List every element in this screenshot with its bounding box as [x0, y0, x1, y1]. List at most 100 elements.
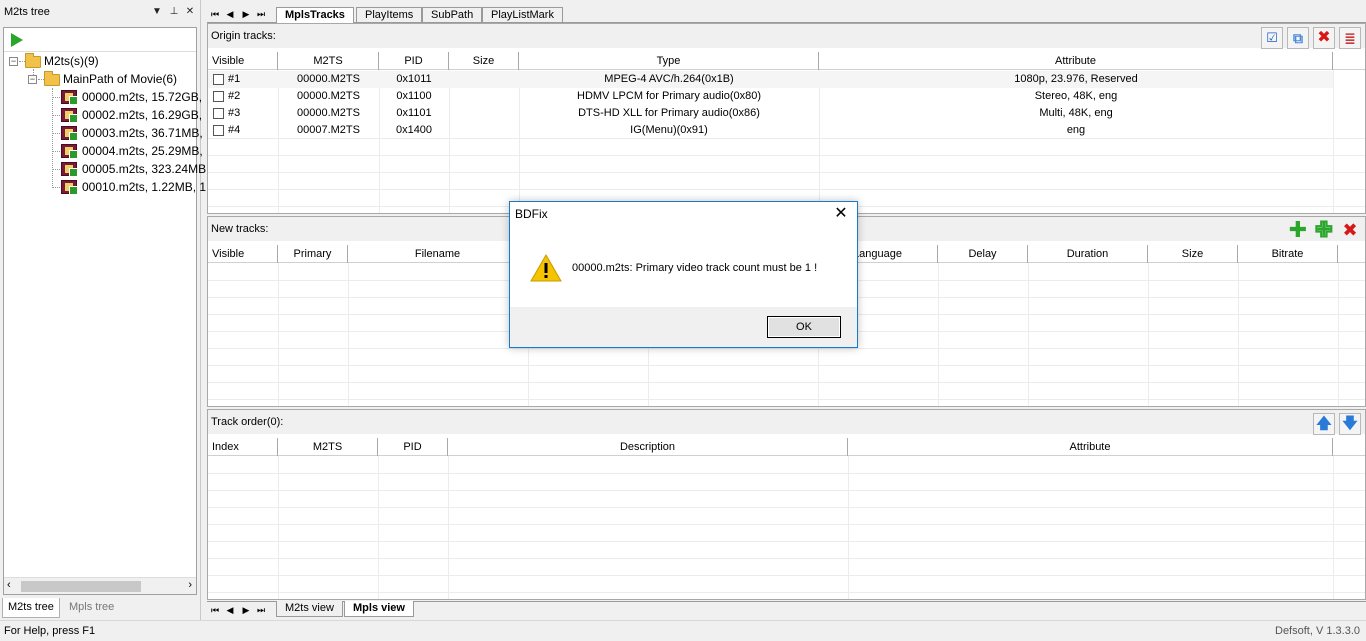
tab-playlistmark[interactable]: PlayListMark [482, 7, 563, 23]
col-type[interactable]: Type [519, 52, 819, 70]
table-row[interactable]: #3 00000.M2TS 0x1101 DTS-HD XLL for Prim… [208, 105, 1365, 122]
list-icon[interactable]: ≣ [1339, 27, 1361, 49]
folder-icon [25, 53, 41, 68]
copy-icon[interactable]: ⧉ [1287, 27, 1309, 49]
row-size [449, 71, 519, 88]
tree-file-item[interactable]: 00002.m2ts, 16.29GB, [82, 106, 202, 124]
warning-icon [530, 254, 562, 282]
row-attribute: 1080p, 23.976, Reserved [1014, 73, 1138, 85]
col-visible[interactable]: Visible [208, 245, 278, 263]
row-attribute: eng [1066, 124, 1086, 136]
origin-tracks-panel: Origin tracks: ☑ ⧉ ✖ ≣ Visible M2TS PID … [207, 23, 1366, 214]
m2ts-file-icon [61, 180, 78, 195]
m2ts-tree-pane: M2ts tree ▼ ⊥ ✕ − M2ts(s)(9) − MainPath … [0, 0, 206, 620]
col-size[interactable]: Size [449, 52, 519, 70]
tree-group-mainpath[interactable]: MainPath of Movie(6) [63, 70, 177, 88]
check-all-icon[interactable]: ☑ [1261, 27, 1283, 49]
tab-playitems[interactable]: PlayItems [356, 7, 423, 23]
scroll-right-icon[interactable]: › [188, 579, 192, 591]
dialog-close-icon[interactable]: ✕ [831, 204, 851, 224]
first-tab-icon[interactable]: ⏮ [209, 604, 221, 616]
pin-icon[interactable]: ⊥ [167, 5, 181, 19]
scroll-left-icon[interactable]: ‹ [7, 579, 11, 591]
add-outline-icon[interactable]: ✙ [1313, 218, 1335, 242]
prev-tab-icon[interactable]: ◀ [224, 8, 236, 20]
horizontal-scrollbar[interactable]: ‹ › [4, 577, 196, 594]
add-icon[interactable]: ✚ [1287, 219, 1309, 242]
row-size [449, 88, 519, 105]
tree-file-item[interactable]: 00005.m2ts, 323.24MB [82, 160, 206, 178]
col-pid[interactable]: PID [379, 52, 449, 70]
visible-checkbox[interactable] [213, 125, 224, 136]
first-tab-icon[interactable]: ⏮ [209, 8, 221, 20]
tree-file-item[interactable]: 00003.m2ts, 36.71MB, [82, 124, 203, 142]
row-type: DTS-HD XLL for Primary audio(0x86) [578, 107, 760, 119]
move-up-icon[interactable]: 🡅 [1313, 413, 1335, 435]
remove-icon[interactable]: ✖ [1313, 27, 1335, 49]
col-description[interactable]: Description [448, 438, 848, 456]
row-pid: 0x1100 [396, 90, 432, 102]
origin-tracks-header: Visible M2TS PID Size Type Attribute [208, 52, 1365, 70]
dialog-footer: OK [510, 307, 857, 347]
col-index[interactable]: Index [208, 438, 278, 456]
bottom-tab-bar: ⏮ ◀ ▶ ⏭ M2ts view Mpls view [204, 601, 1366, 619]
visible-checkbox[interactable] [213, 74, 224, 85]
row-attribute: Multi, 48K, eng [1039, 107, 1113, 119]
col-m2ts[interactable]: M2TS [278, 52, 379, 70]
folder-icon [44, 71, 60, 86]
dialog-body: 00000.m2ts: Primary video track count mu… [510, 226, 857, 307]
play-icon[interactable] [11, 33, 23, 47]
tab-mpls-tree[interactable]: Mpls tree [64, 598, 119, 618]
next-tab-icon[interactable]: ▶ [240, 604, 252, 616]
visible-checkbox[interactable] [213, 108, 224, 119]
col-attribute[interactable]: Attribute [848, 438, 1333, 456]
m2ts-file-icon [61, 162, 78, 177]
move-down-icon[interactable]: 🡇 [1339, 413, 1361, 435]
table-row[interactable]: #2 00000.M2TS 0x1100 HDMV LPCM for Prima… [208, 88, 1365, 105]
tree-file-item[interactable]: 00000.m2ts, 15.72GB, [82, 88, 202, 106]
track-order-label: Track order(0): [208, 410, 1365, 434]
row-pid: 0x1400 [395, 124, 433, 136]
col-bitrate[interactable]: Bitrate [1238, 245, 1338, 263]
row-pid: 0x1011 [396, 73, 432, 85]
tab-m2ts-tree[interactable]: M2ts tree [2, 598, 60, 618]
col-primary[interactable]: Primary [278, 245, 348, 263]
next-tab-icon[interactable]: ▶ [240, 8, 252, 20]
m2ts-file-icon [61, 90, 78, 105]
col-filename[interactable]: Filename [348, 245, 528, 263]
tab-mplstracks[interactable]: MplsTracks [276, 7, 354, 23]
collapse-group-icon[interactable]: − [28, 75, 37, 84]
remove-icon[interactable]: ✖ [1339, 220, 1361, 242]
tab-subpath[interactable]: SubPath [422, 7, 483, 23]
col-m2ts[interactable]: M2TS [278, 438, 378, 456]
collapse-root-icon[interactable]: − [9, 57, 18, 66]
col-visible[interactable]: Visible [208, 52, 278, 70]
close-icon[interactable]: ✕ [183, 5, 197, 19]
ok-button[interactable]: OK [767, 316, 841, 338]
col-size[interactable]: Size [1148, 245, 1238, 263]
col-pid[interactable]: PID [378, 438, 448, 456]
last-tab-icon[interactable]: ⏭ [255, 604, 267, 616]
visible-checkbox[interactable] [213, 91, 224, 102]
m2ts-file-icon [61, 144, 78, 159]
table-row[interactable]: #1 00000.M2TS 0x1011 MPEG-4 AVC/h.264(0x… [208, 71, 1333, 88]
tree-root[interactable]: M2ts(s)(9) [44, 52, 99, 70]
scroll-thumb[interactable] [21, 581, 141, 592]
tab-m2ts-view[interactable]: M2ts view [276, 601, 343, 617]
col-delay[interactable]: Delay [938, 245, 1028, 263]
row-m2ts: 00007.M2TS [297, 124, 360, 136]
tab-mpls-view[interactable]: Mpls view [344, 601, 414, 617]
table-row[interactable]: #4 00007.M2TS 0x1400 IG(Menu)(0x91) eng [208, 122, 1365, 139]
col-attribute[interactable]: Attribute [819, 52, 1333, 70]
top-tab-bar: ⏮ ◀ ▶ ⏭ MplsTracks PlayItems SubPath Pla… [204, 5, 1366, 23]
row-size [449, 105, 519, 122]
tree-file-item[interactable]: 00010.m2ts, 1.22MB, 1 [82, 178, 206, 196]
prev-tab-icon[interactable]: ◀ [224, 604, 236, 616]
col-duration[interactable]: Duration [1028, 245, 1148, 263]
dialog-message: 00000.m2ts: Primary video track count mu… [572, 262, 818, 274]
last-tab-icon[interactable]: ⏭ [255, 8, 267, 20]
m2ts-file-icon [61, 126, 78, 141]
tree-file-item[interactable]: 00004.m2ts, 25.29MB, [82, 142, 203, 160]
row-type: MPEG-4 AVC/h.264(0x1B) [604, 73, 734, 85]
pane-menu-icon[interactable]: ▼ [150, 5, 164, 19]
